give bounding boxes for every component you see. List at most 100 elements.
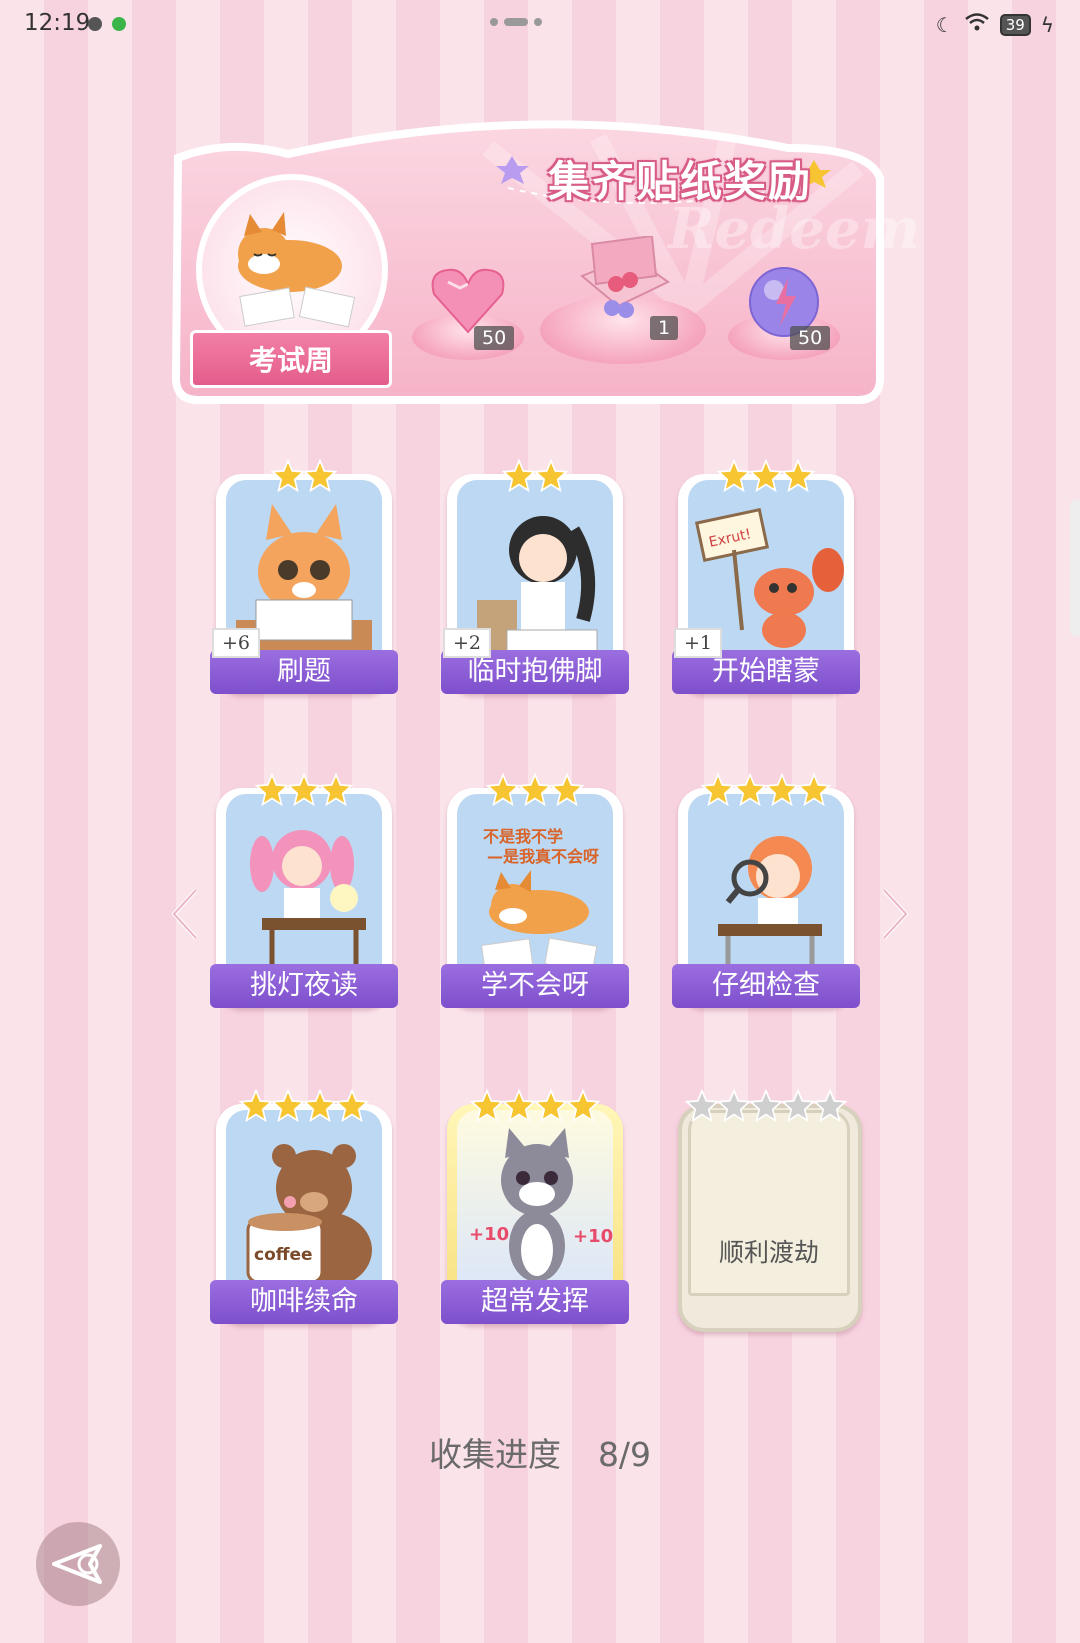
star-icon [470,1089,504,1123]
card-label: 仔细检查 [672,964,860,1008]
shiba-tired-icon: 不是我不学—是我真不会呀 [480,827,599,973]
star-icon [797,773,831,807]
previous-page-arrow-icon[interactable] [166,884,206,944]
girl-magnifier-icon [718,836,822,974]
card-count-badge: +2 [443,628,492,658]
card-label: 学不会呀 [441,964,629,1008]
card-stars [678,454,854,498]
reward-qty: 50 [790,326,831,350]
card-art [226,794,382,974]
star-icon [701,773,735,807]
star-icon [303,459,337,493]
card-stars [216,1084,392,1128]
svg-text:+10: +10 [469,1224,509,1245]
star-icon [319,773,353,807]
sticker-card[interactable]: 不是我不学 —是我真不会呀 学不会呀 [441,768,629,1008]
star-icon [287,773,321,807]
star-icon [765,773,799,807]
reward-qty: 1 [650,316,679,340]
back-button[interactable] [36,1522,120,1606]
svg-text:—是我真不会呀: —是我真不会呀 [487,847,599,866]
star-icon [534,459,568,493]
progress-label: 收集进度 [428,1435,561,1474]
card-art: +10 +10 [457,1110,613,1290]
next-page-arrow-icon[interactable] [874,884,914,944]
sticker-card[interactable]: coffee 咖啡续命 [210,1084,398,1324]
handle-dot-icon [490,18,498,26]
card-stars [216,454,392,498]
star-icon [271,459,305,493]
side-panel-handle[interactable] [1070,500,1080,636]
girl-reading-icon [250,830,366,974]
card-count-badge: +6 [212,628,261,658]
sticker-card[interactable]: 顺利渡劫 [678,1084,862,1332]
reward-banner: Redeem 集齐贴纸奖励 考试周 50 1 50 [168,118,920,418]
star-icon [566,1089,600,1123]
sticker-card[interactable]: 临时抱佛脚 +2 [441,454,629,694]
star-icon [749,1089,783,1123]
notification-icon [88,17,102,31]
banner-title: 集齐贴纸奖励 [548,157,813,206]
handle-bar-icon [504,18,528,26]
star-icon [255,773,289,807]
svg-text:+10: +10 [573,1226,613,1247]
star-icon [534,1089,568,1123]
star-icon [781,459,815,493]
star-icon [502,1089,536,1123]
moon-icon: ☾ [935,12,954,37]
card-stars [678,1084,854,1128]
theme-label: 考试周 [248,344,333,377]
card-stars [447,454,623,498]
bear-coffee-icon: coffee [246,1144,372,1288]
sticker-card[interactable]: Exrut! 开始瞎蒙 +1 [672,454,860,694]
card-count-badge: +1 [674,628,723,658]
star-icon [239,1089,273,1123]
card-label: 超常发挥 [441,1280,629,1324]
star-icon [685,1089,719,1123]
app-indicator-icon [112,17,126,31]
card-stars [447,1084,623,1128]
card-art: 不是我不学 —是我真不会呀 [457,794,613,974]
locked-card-label: 顺利渡劫 [718,1238,819,1267]
star-icon [717,1089,751,1123]
reward-qty: 50 [474,326,515,350]
card-label: 咖啡续命 [210,1280,398,1324]
star-icon [271,1089,305,1123]
handle-dot-icon [534,18,542,26]
battery-icon: 39 [999,13,1031,36]
star-icon [502,459,536,493]
card-art: 顺利渡劫 [688,1110,850,1296]
svg-text:coffee: coffee [254,1245,313,1265]
star-icon [303,1089,337,1123]
star-icon [717,459,751,493]
wifi-icon [964,12,990,37]
card-label: 挑灯夜读 [210,964,398,1008]
star-icon [486,773,520,807]
card-stars [216,768,392,812]
gift-box-icon [580,236,670,318]
star-icon [749,459,783,493]
card-art: coffee [226,1110,382,1290]
star-icon [518,773,552,807]
back-arrow-icon [52,1544,102,1584]
theme-ribbon: 考试周 [190,330,392,388]
sticker-card[interactable]: 仔细检查 [672,768,860,1008]
star-icon [335,1089,369,1123]
charging-icon: ϟ [1040,12,1054,37]
status-time: 12:19 [24,10,91,36]
status-bar: 12:19 ☾ 39 ϟ [0,0,1080,52]
star-icon [781,1089,815,1123]
sticker-card[interactable]: 挑灯夜读 [210,768,398,1008]
star-icon [813,1089,847,1123]
card-stars [678,768,854,812]
star-icon [733,773,767,807]
progress-value: 8/9 [597,1435,652,1474]
card-art [688,794,844,974]
collection-progress: 收集进度 8/9 [0,1428,1080,1476]
card-stars [447,768,623,812]
sticker-card[interactable]: +10 +10 超常发挥 [441,1084,629,1324]
star-icon [550,773,584,807]
cat-pencils-icon: +10 +10 [469,1128,613,1282]
svg-text:不是我不学: 不是我不学 [483,827,563,846]
sticker-card[interactable]: 刷题 +6 [210,454,398,694]
